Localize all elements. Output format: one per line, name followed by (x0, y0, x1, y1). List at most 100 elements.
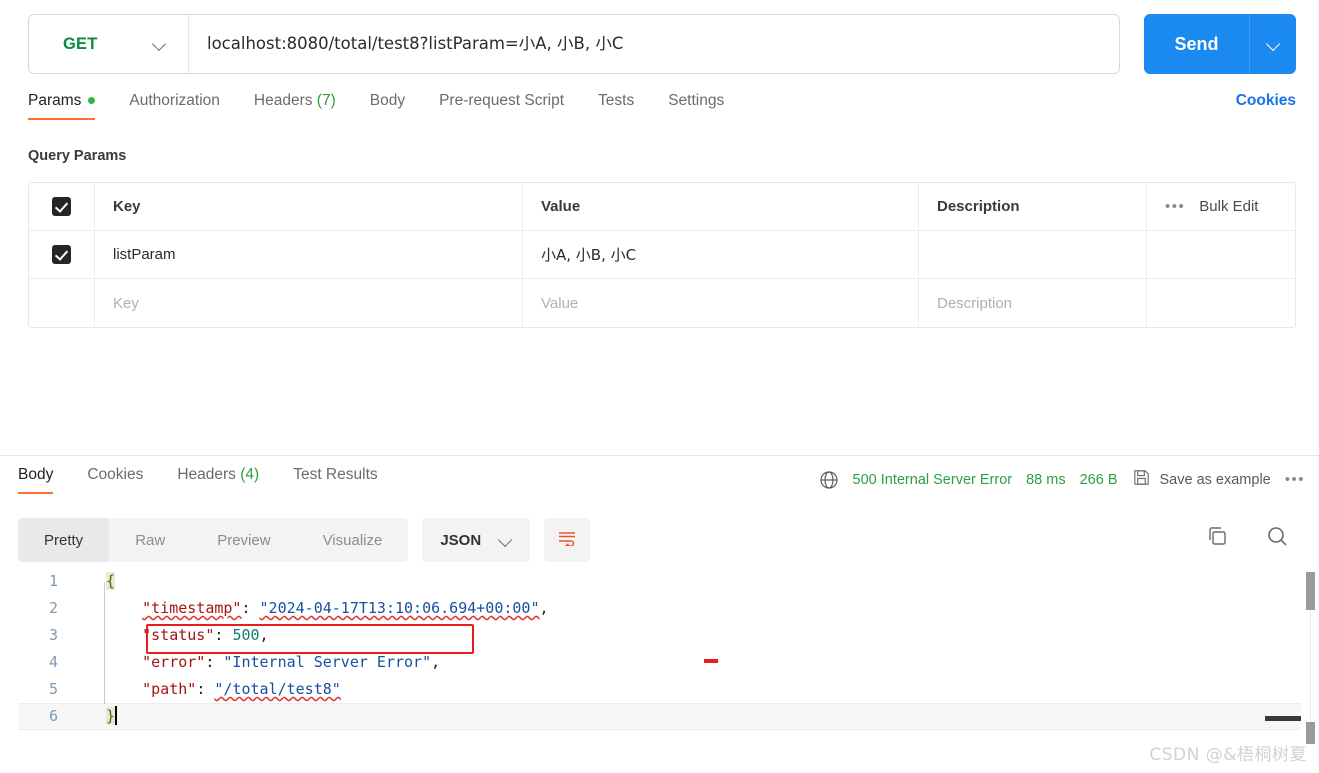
line-number: 4 (48, 653, 58, 671)
code-line-5: "path": "/total/test8" (106, 676, 1301, 703)
placeholder-description-cell[interactable]: Description (919, 279, 1147, 327)
tab-authorization[interactable]: Authorization (129, 92, 219, 120)
tab-settings[interactable]: Settings (668, 92, 724, 120)
tab-params[interactable]: Params (28, 92, 96, 120)
colon: : (196, 680, 215, 698)
tab-headers-label: Headers (253, 92, 313, 109)
row-key-cell[interactable]: listParam (95, 231, 523, 278)
view-mode-pretty[interactable]: Pretty (18, 518, 110, 562)
tab-pre-request-script-label: Pre-request Script (439, 92, 565, 109)
tab-settings-label: Settings (668, 92, 725, 109)
response-body-actions (1205, 524, 1289, 553)
placeholder-select-cell (29, 279, 95, 327)
word-wrap-icon (557, 530, 577, 551)
tab-authorization-label: Authorization (129, 92, 220, 109)
column-header-key-label: Key (113, 198, 141, 215)
json-key-status: "status" (142, 626, 215, 644)
url-input[interactable]: localhost:8080/total/test8?listParam=小A,… (189, 36, 1119, 53)
response-tab-cookies[interactable]: Cookies (87, 466, 143, 494)
placeholder-value-label: Value (541, 294, 579, 312)
response-status: 500 Internal Server Error (852, 471, 1013, 488)
response-size: 266 B (1079, 471, 1118, 488)
tab-headers-count: (7) (316, 92, 336, 109)
horizontal-scrollbar-track[interactable] (18, 716, 1301, 721)
word-wrap-button[interactable] (544, 518, 591, 562)
row-value-cell[interactable]: 小A, 小B, 小C (523, 231, 919, 278)
floppy-disk-icon (1132, 468, 1151, 491)
view-mode-raw[interactable]: Raw (109, 518, 191, 562)
tab-pre-request-script[interactable]: Pre-request Script (439, 92, 564, 120)
response-tab-headers-count: (4) (240, 466, 260, 483)
send-button-group[interactable]: Send (1144, 14, 1296, 74)
select-all-checkbox[interactable] (52, 197, 71, 216)
response-tab-headers[interactable]: Headers (4) (177, 466, 259, 494)
response-view-mode-group: Pretty Raw Preview Visualize (18, 518, 409, 562)
table-row: listParam 小A, 小B, 小C (29, 231, 1295, 279)
indent-guide (104, 582, 105, 704)
tab-tests[interactable]: Tests (598, 92, 634, 120)
table-header-row: Key Value Description ••• Bulk Edit (29, 183, 1295, 231)
line-number-gutter: 1 2 3 4 5 6 (18, 568, 70, 736)
copy-icon[interactable] (1205, 524, 1229, 553)
table-row-placeholder: Key Value Description (29, 279, 1295, 327)
response-meta: 500 Internal Server Error 88 ms 266 B Sa… (819, 468, 1305, 491)
line-number: 2 (48, 599, 58, 617)
placeholder-key-label: Key (113, 294, 139, 312)
tab-body[interactable]: Body (370, 92, 405, 120)
code-line-3: "status": 500, (106, 622, 1301, 649)
column-header-key: Key (95, 183, 523, 230)
search-icon[interactable] (1265, 524, 1289, 553)
horizontal-scrollbar-thumb[interactable] (1265, 716, 1301, 721)
view-mode-preview[interactable]: Preview (191, 518, 296, 562)
globe-icon (819, 470, 839, 490)
annotation-red-dash (704, 659, 718, 663)
row-key-value: listParam (113, 246, 176, 263)
row-select-cell (29, 231, 95, 278)
response-tab-body-label: Body (18, 466, 54, 483)
watermark: CSDN @&梧桐树夏 (1149, 745, 1307, 765)
json-key-timestamp: "timestamp" (142, 599, 242, 617)
http-method-selector[interactable]: GET (29, 15, 189, 73)
code-line-1: { (106, 568, 1301, 595)
json-value-error: "Internal Server Error" (223, 653, 432, 671)
response-tab-cookies-label: Cookies (87, 466, 144, 483)
json-value-status: 500 (232, 626, 260, 644)
tab-params-label: Params (28, 92, 82, 109)
cookies-link[interactable]: Cookies (1236, 92, 1296, 110)
placeholder-value-cell[interactable]: Value (523, 279, 919, 327)
save-as-example-label: Save as example (1159, 471, 1271, 488)
response-body-viewer[interactable]: 1 2 3 4 5 6 { "timestamp": "2024-04-17T1… (18, 568, 1301, 736)
ellipsis-icon[interactable]: ••• (1285, 471, 1305, 488)
open-brace: { (106, 572, 116, 590)
url-field-wrapper: GET localhost:8080/total/test8?listParam… (28, 14, 1120, 74)
response-format-selector[interactable]: JSON (422, 518, 531, 562)
comma: , (431, 653, 441, 671)
bulk-edit-button[interactable]: Bulk Edit (1199, 198, 1258, 215)
response-divider (0, 455, 1319, 456)
placeholder-key-cell[interactable]: Key (95, 279, 523, 327)
save-as-example-button[interactable]: Save as example (1132, 468, 1271, 491)
send-button[interactable]: Send (1144, 14, 1250, 74)
vertical-scrollbar-thumb-lower[interactable] (1306, 722, 1315, 744)
vertical-scrollbar-thumb[interactable] (1306, 572, 1315, 610)
line-number: 5 (48, 680, 58, 698)
code-lines: { "timestamp": "2024-04-17T13:10:06.694+… (106, 568, 1301, 730)
row-actions-cell (1147, 231, 1295, 278)
tab-body-label: Body (369, 92, 406, 109)
response-tab-headers-label: Headers (177, 466, 236, 483)
chevron-down-icon (499, 534, 512, 547)
response-tab-test-results[interactable]: Test Results (293, 466, 377, 494)
tab-tests-label: Tests (598, 92, 635, 109)
send-options-button[interactable] (1250, 14, 1296, 74)
row-description-cell[interactable] (919, 231, 1147, 278)
request-tabs: Params Authorization Headers (7) Body Pr… (28, 92, 1296, 130)
row-checkbox[interactable] (52, 245, 71, 264)
column-header-description: Description (919, 183, 1147, 230)
response-tab-body[interactable]: Body (18, 466, 54, 494)
table-actions: ••• Bulk Edit (1147, 183, 1295, 230)
ellipsis-icon[interactable]: ••• (1165, 198, 1185, 215)
view-mode-visualize[interactable]: Visualize (297, 518, 409, 562)
tab-headers[interactable]: Headers (7) (254, 92, 336, 120)
